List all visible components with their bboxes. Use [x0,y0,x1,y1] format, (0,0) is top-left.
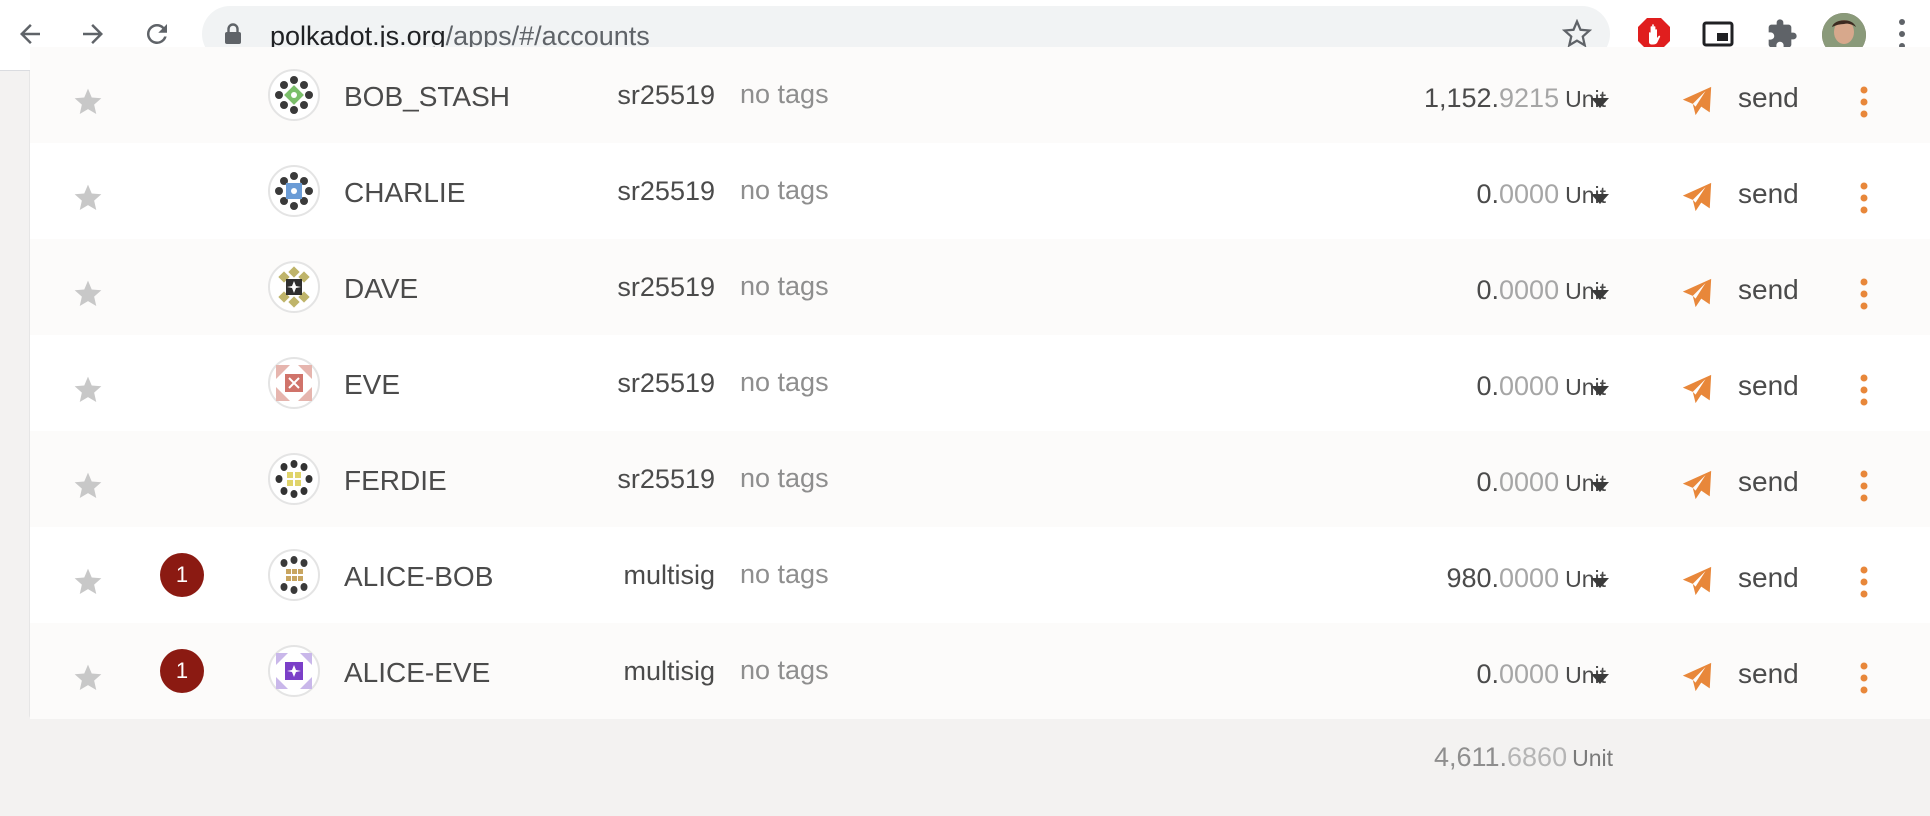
send-button[interactable]: send [1738,82,1799,114]
identicon [268,69,320,121]
account-name[interactable]: BOB_STASH [344,81,510,113]
favorite-star-icon[interactable] [72,566,104,598]
identicon [268,165,320,217]
crypto-type: sr25519 [617,272,715,302]
table-row: BOB_STASH sr25519 no tags 1,152.9215 Unit… [30,47,1930,143]
accounts-table: BOB_STASH sr25519 no tags 1,152.9215 Unit… [29,47,1930,719]
account-name[interactable]: ALICE-BOB [344,561,493,593]
send-paper-plane-icon[interactable] [1680,468,1714,502]
send-button[interactable]: send [1738,562,1799,594]
identicon [268,357,320,409]
favorite-star-icon[interactable] [72,374,104,406]
favorite-star-icon[interactable] [72,278,104,310]
crypto-type: multisig [623,656,715,686]
balance-expand-caret-icon[interactable] [1589,384,1611,398]
account-menu-icon[interactable] [1858,276,1870,312]
favorite-star-icon[interactable] [72,662,104,694]
identicon [268,261,320,313]
account-balance: 0.0000 Unit [1476,659,1606,689]
balance-expand-caret-icon[interactable] [1589,480,1611,494]
crypto-type: sr25519 [617,176,715,206]
table-row: 1 ALICE-BOB multisig no tags 980.0000 Uni… [30,527,1930,623]
crypto-type: sr25519 [617,464,715,494]
account-tags: no tags [740,655,829,685]
send-paper-plane-icon[interactable] [1680,372,1714,406]
account-tags: no tags [740,175,829,205]
send-button[interactable]: send [1738,466,1799,498]
send-paper-plane-icon[interactable] [1680,180,1714,214]
account-balance: 0.0000 Unit [1476,179,1606,209]
account-tags: no tags [740,79,829,109]
account-menu-icon[interactable] [1858,180,1870,216]
balance-expand-caret-icon[interactable] [1589,96,1611,110]
account-name[interactable]: FERDIE [344,465,447,497]
send-paper-plane-icon[interactable] [1680,276,1714,310]
send-button[interactable]: send [1738,370,1799,402]
send-paper-plane-icon[interactable] [1680,564,1714,598]
account-balance: 980.0000 Unit [1446,563,1606,593]
account-balance: 0.0000 Unit [1476,371,1606,401]
account-tags: no tags [740,463,829,493]
account-menu-icon[interactable] [1858,660,1870,696]
account-name[interactable]: DAVE [344,273,418,305]
account-name[interactable]: ALICE-EVE [344,657,490,689]
account-tags: no tags [740,367,829,397]
lock-icon [224,23,242,50]
account-tags: no tags [740,559,829,589]
crypto-type: sr25519 [617,368,715,398]
send-paper-plane-icon[interactable] [1680,84,1714,118]
favorite-star-icon[interactable] [72,182,104,214]
crypto-type: multisig [623,560,715,590]
total-balance: 4,611.6860 Unit [1433,742,1613,772]
multisig-pending-badge[interactable]: 1 [160,649,204,693]
account-menu-icon[interactable] [1858,372,1870,408]
account-tags: no tags [740,271,829,301]
account-balance: 0.0000 Unit [1476,275,1606,305]
table-row: 1 ALICE-EVE multisig no tags 0.0000 Unit … [30,623,1930,719]
table-row: DAVE sr25519 no tags 0.0000 Unit send [30,239,1930,335]
account-balance: 1,152.9215 Unit [1423,83,1606,113]
table-row: CHARLIE sr25519 no tags 0.0000 Unit send [30,143,1930,239]
identicon [268,645,320,697]
account-menu-icon[interactable] [1858,468,1870,504]
identicon [268,549,320,601]
balance-expand-caret-icon[interactable] [1589,672,1611,686]
send-paper-plane-icon[interactable] [1680,660,1714,694]
table-row: EVE sr25519 no tags 0.0000 Unit send [30,335,1930,431]
multisig-pending-badge[interactable]: 1 [160,553,204,597]
account-name[interactable]: EVE [344,369,400,401]
balance-expand-caret-icon[interactable] [1589,192,1611,206]
send-button[interactable]: send [1738,178,1799,210]
send-button[interactable]: send [1738,274,1799,306]
account-menu-icon[interactable] [1858,84,1870,120]
identicon [268,453,320,505]
send-button[interactable]: send [1738,658,1799,690]
favorite-star-icon[interactable] [72,86,104,118]
balance-expand-caret-icon[interactable] [1589,288,1611,302]
account-menu-icon[interactable] [1858,564,1870,600]
table-row: FERDIE sr25519 no tags 0.0000 Unit send [30,431,1930,527]
favorite-star-icon[interactable] [72,470,104,502]
account-name[interactable]: CHARLIE [344,177,465,209]
balance-expand-caret-icon[interactable] [1589,576,1611,590]
account-balance: 0.0000 Unit [1476,467,1606,497]
crypto-type: sr25519 [617,80,715,110]
